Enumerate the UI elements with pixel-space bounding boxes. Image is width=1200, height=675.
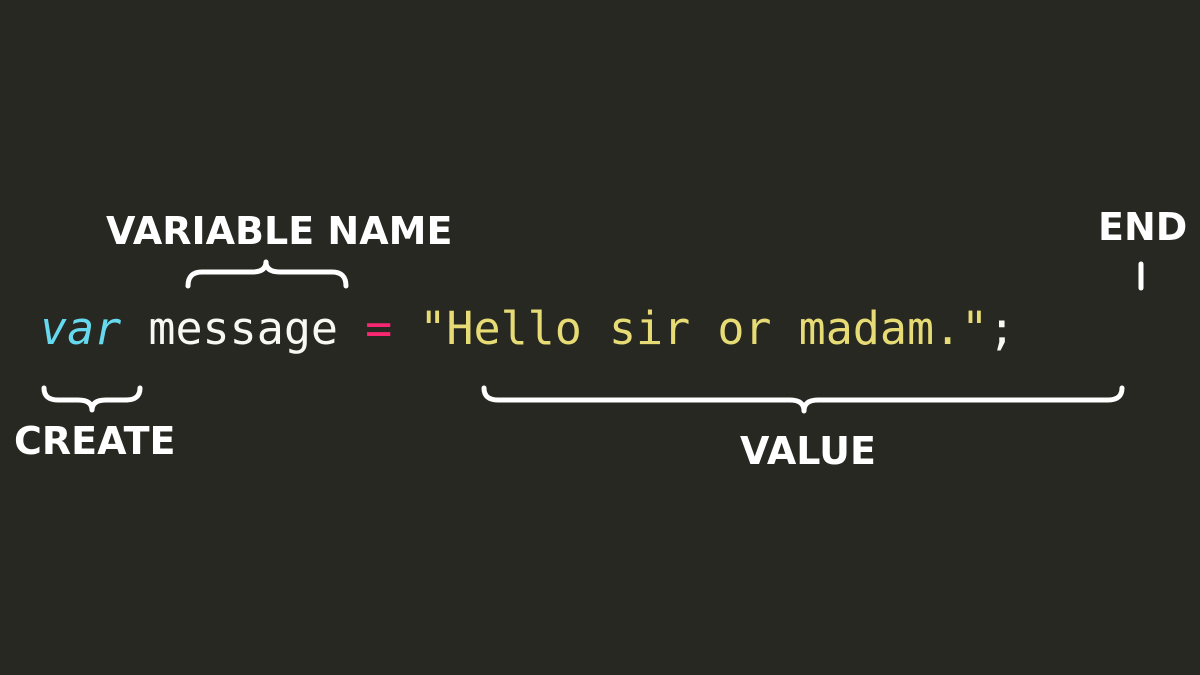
identifier-token: message [148,302,339,355]
operator-token: = [365,302,393,355]
create-brace [41,385,143,413]
value-label: VALUE [740,429,876,473]
variable-name-label: VARIABLE NAME [106,209,453,253]
end-label: END [1098,205,1188,249]
create-label: CREATE [14,419,176,463]
code-statement: var message = "Hello sir or madam."; [40,306,1015,351]
variable-name-brace [185,259,349,289]
string-token: "Hello sir or madam." [419,302,989,355]
diagram-canvas: VARIABLE NAME END CREATE VALUE var messa… [0,0,1200,675]
terminator-token: ; [988,302,1016,355]
keyword-token: var [40,302,122,355]
value-brace [481,385,1125,414]
